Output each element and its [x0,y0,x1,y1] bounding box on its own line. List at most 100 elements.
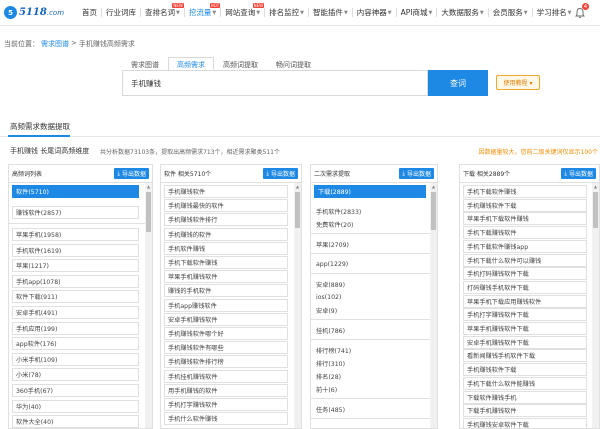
scroll-up-icon[interactable]: ▲ [294,183,301,190]
software-item[interactable]: 手机打字赚钱软件 [164,398,288,411]
tutorial-button[interactable]: 使用教程 ▾ [496,75,540,90]
download-item[interactable]: 手机下载软件赚钱 [463,185,587,198]
keyword-item[interactable]: 软件下载(911) [12,290,139,304]
secondary-item[interactable]: 安卓(889) [316,278,345,291]
export-button[interactable]: ⤓ 导出数据 [263,168,298,179]
breadcrumb-link[interactable]: 需求图谱 [41,39,69,49]
export-button[interactable]: ⤓ 导出数据 [561,168,596,179]
export-button[interactable]: ⤓ 导出数据 [399,168,434,179]
keyword-item[interactable]: 软件大全(40) [12,415,139,428]
scroll-thumb[interactable] [593,192,598,228]
tab-high-frequency[interactable]: 高频需求 [168,57,214,71]
nav-item[interactable]: 智能插件 ▼ [309,0,352,26]
keyword-item[interactable]: 苹果(1217) [12,259,139,273]
nav-item[interactable]: 行业词库 [102,0,140,26]
tab-question-extract[interactable]: 畅问词提取 [267,57,320,71]
software-item[interactable]: 手机下载软件赚钱 [164,256,288,269]
export-button[interactable]: ⤓ 导出数据 [114,168,149,179]
software-item[interactable]: 安卓手机赚钱软件 [164,312,288,326]
keyword-item[interactable]: 安卓手机(491) [12,306,139,319]
scroll-up-icon[interactable]: ▲ [145,183,152,190]
column-body[interactable]: 手机下载软件赚钱 手机赚钱软件下载 苹果手机下载软件赚钱 手机下载赚钱软件 手机下载软件… [460,183,599,428]
secondary-item[interactable]: 挂机(786) [316,324,345,337]
scrollbar[interactable]: ▲ [592,183,599,428]
download-item[interactable]: 打码赚钱手机软件下载 [463,280,587,294]
download-item[interactable]: 手机打字赚钱软件下载 [463,308,587,322]
scrollbar[interactable]: ▲ [145,183,152,428]
search-input[interactable]: 手机赚钱 [122,70,428,96]
software-item[interactable]: 手机app赚钱软件 [164,298,288,312]
secondary-item[interactable]: 排行(310) [316,357,345,370]
column-body[interactable]: 软件(5710) 赚钱软件(2857) 苹果手机(1958) 手机软件(1619)… [9,183,152,428]
scroll-thumb[interactable] [146,192,151,232]
keyword-item[interactable]: 华为(40) [12,399,139,413]
keyword-selected[interactable]: 软件(5710) [12,185,139,198]
nav-item[interactable]: API商城 ▼ [397,0,437,26]
secondary-item[interactable]: 排行榜(741) [316,344,351,357]
download-item[interactable]: 手机打码赚钱软件下载 [463,267,587,281]
nav-item[interactable]: 挖流量 ▼ HOT [185,0,221,26]
secondary-selected[interactable]: 下载(2889) [314,185,426,198]
download-item[interactable]: 手机下载赚钱软件 [463,226,587,240]
secondary-item[interactable]: 苹果(2709) [316,238,349,251]
nav-item[interactable]: 排名监控 ▼ [265,0,308,26]
secondary-item[interactable]: 手机软件(2833) [316,205,361,218]
software-item[interactable]: 手机软件赚钱 [164,241,288,255]
nav-item[interactable]: 网站查询 ▼ NEW [221,0,265,26]
nav-item[interactable]: 大数据服务 ▼ [437,0,487,26]
download-item[interactable]: 手机赚钱软件下载 [463,363,587,377]
scrollbar[interactable]: ▲ [294,183,301,428]
download-item[interactable]: 手机下载什么软件能赚钱 [463,376,587,390]
column-body[interactable]: 下载(2889) 手机软件(2833) 免费软件(20) 苹果(2709) app(1… [311,183,437,428]
tab-word-extract[interactable]: 高频词提取 [214,57,267,71]
keyword-item[interactable]: 手机app(1078) [12,274,139,288]
secondary-item[interactable]: 前十(6) [316,383,337,396]
software-item[interactable]: 手机赚钱最快的软件 [164,199,288,213]
software-item[interactable]: 手机赚钱软件排行榜 [164,355,288,369]
download-item[interactable]: 看新闻赚钱手机软件下载 [463,349,587,363]
nav-item[interactable]: 会员服务 ▼ [489,0,532,26]
download-item[interactable]: 下载手机赚钱软件 [463,404,587,418]
nav-item[interactable]: 内容神器 ▼ [353,0,396,26]
software-item[interactable]: 手机赚钱软件 [164,185,288,198]
download-item[interactable]: 手机赚钱软件下载 [463,198,587,212]
secondary-item[interactable]: 排名(28) [316,370,341,383]
software-item[interactable]: 手机赚钱软件哪个好 [164,327,288,340]
software-item[interactable]: 手机赚钱软件有哪些 [164,341,288,355]
scroll-thumb[interactable] [431,192,436,230]
download-item[interactable]: 安卓手机赚钱软件下载 [463,335,587,349]
scroll-thumb[interactable] [295,192,300,228]
search-button[interactable]: 查词 [428,70,488,96]
download-item[interactable]: 手机下载什么软件可以赚钱 [463,253,587,267]
secondary-item[interactable]: 免费软件(20) [316,218,353,231]
download-item[interactable]: 下载软件赚钱手机 [463,390,587,404]
nav-item[interactable]: 首页 [78,0,101,26]
nav-item[interactable]: 学习排名 ▼ [533,0,576,26]
keyword-item[interactable]: 手机软件(1619) [12,243,139,257]
software-item[interactable]: 手机赚钱软件排行 [164,213,288,227]
keyword-item[interactable]: 小米手机(109) [12,352,139,366]
keyword-item[interactable]: 手机应用(199) [12,321,139,335]
download-item[interactable]: 苹果手机下载软件赚钱 [463,212,587,226]
logo[interactable]: 5 5118 .com [4,6,78,19]
download-item[interactable]: 手机赚钱安卓软件下载 [463,417,587,428]
secondary-item[interactable]: ios(102) [316,291,341,304]
software-item[interactable]: 手机赚钱的软件 [164,227,288,241]
secondary-item[interactable]: 任务(485) [316,403,345,416]
software-item[interactable]: 手机挂机赚钱软件 [164,369,288,383]
secondary-item[interactable]: 安卓(9) [316,304,337,317]
download-item[interactable]: 苹果手机下载应用赚钱软件 [463,294,587,308]
software-item[interactable]: 用手机赚钱的软件 [164,383,288,397]
nav-item[interactable]: 查排名词 ▼ NEW [141,0,184,26]
scroll-up-icon[interactable]: ▲ [430,183,437,190]
download-item[interactable]: 手机下载软件赚钱app [463,239,587,253]
tab-demand-graph[interactable]: 需求图谱 [122,57,168,71]
software-item[interactable]: 手机什么软件赚钱 [164,412,288,426]
software-item[interactable]: 苹果手机赚钱软件 [164,270,288,284]
download-item[interactable]: 苹果手机赚钱软件下载 [463,322,587,335]
keyword-item[interactable]: 360手机(67) [12,384,139,397]
scroll-up-icon[interactable]: ▲ [592,183,599,190]
keyword-item[interactable]: app软件(176) [12,337,139,351]
keyword-item[interactable]: 小米(78) [12,368,139,382]
keyword-sub[interactable]: 赚钱软件(2857) [12,206,139,219]
